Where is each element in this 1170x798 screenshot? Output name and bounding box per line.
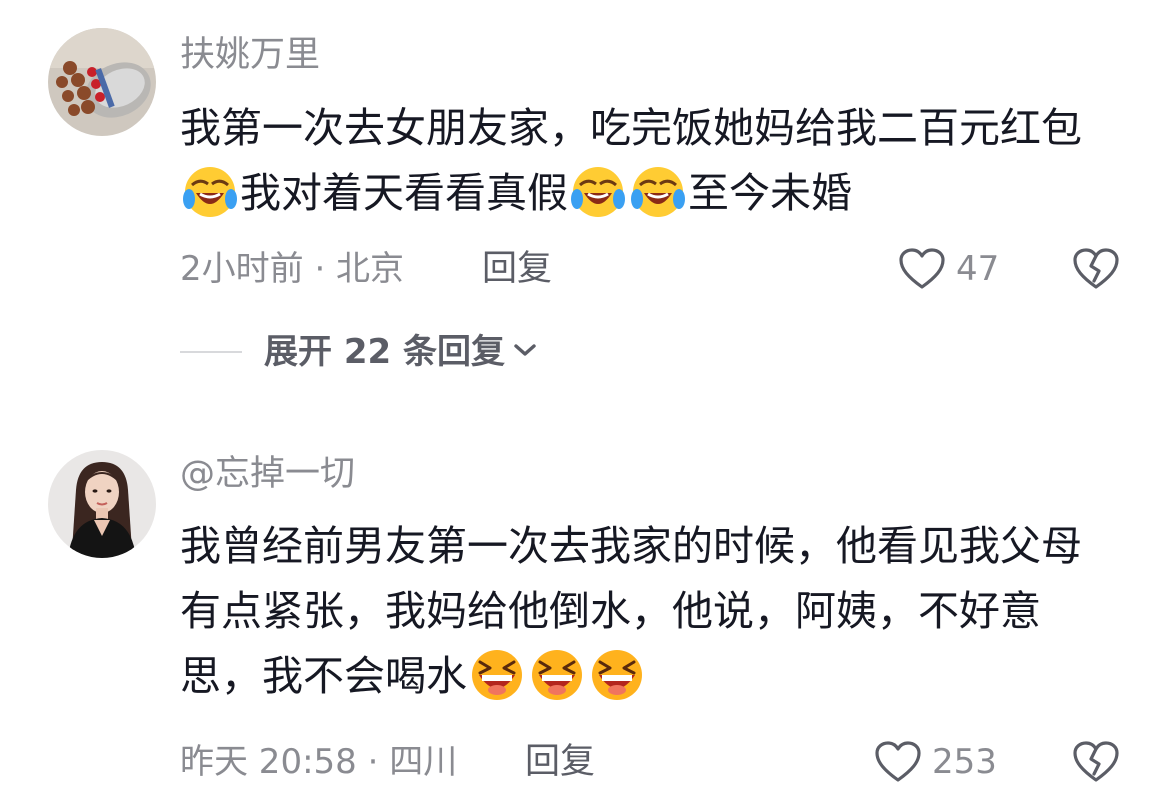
comment-text-part: 我第一次去女朋友家，吃完饭她妈给我二百元红包	[180, 104, 1082, 152]
laughing-tears-emoji	[183, 165, 237, 219]
heart-outline-icon	[874, 740, 922, 784]
comment-meta: 昨天 20:58 · 四川	[180, 742, 458, 782]
username[interactable]: 扶姚万里	[180, 33, 320, 77]
comment-item: @忘掉一切 我曾经前男友第一次去我家的时候，他看见我父母有点紧张，我妈给他倒水，…	[0, 430, 1170, 798]
heart-outline-icon	[898, 247, 946, 291]
like-count: 47	[956, 249, 1000, 289]
expand-replies-label: 展开 22 条回复	[264, 332, 505, 372]
comment-item: 扶姚万里 我第一次去女朋友家，吃完饭她妈给我二百元红包 我对着天看看真假 至今未婚 …	[0, 0, 1170, 300]
grinning-squint-emoji	[590, 648, 644, 702]
grinning-squint-emoji	[470, 648, 524, 702]
comment-text: 我曾经前男友第一次去我家的时候，他看见我父母有点紧张，我妈给他倒水，他说，阿姨，…	[180, 514, 1110, 709]
comment-text-part: 至今未婚	[688, 169, 852, 217]
reply-button[interactable]: 回复	[482, 247, 552, 291]
avatar[interactable]	[48, 450, 156, 558]
comment-meta: 2小时前 · 北京	[180, 249, 405, 289]
like-count: 253	[932, 742, 997, 782]
like-button[interactable]: 253	[874, 738, 997, 786]
like-button[interactable]: 47	[898, 245, 999, 293]
laughing-tears-emoji	[571, 165, 625, 219]
expand-replies-button[interactable]: 展开 22 条回复	[180, 330, 539, 374]
divider	[180, 351, 242, 353]
comment-text: 我第一次去女朋友家，吃完饭她妈给我二百元红包我对着天看看真假 至今未婚	[180, 96, 1110, 226]
comment-text-part: 我对着天看看真假	[240, 169, 568, 217]
reply-button[interactable]: 回复	[525, 740, 595, 784]
username[interactable]: @忘掉一切	[180, 452, 355, 496]
broken-heart-icon[interactable]	[1072, 245, 1120, 293]
laughing-tears-emoji	[631, 165, 685, 219]
broken-heart-icon[interactable]	[1072, 738, 1120, 786]
chevron-down-icon	[511, 340, 539, 364]
grinning-squint-emoji	[530, 648, 584, 702]
avatar[interactable]	[48, 28, 156, 136]
